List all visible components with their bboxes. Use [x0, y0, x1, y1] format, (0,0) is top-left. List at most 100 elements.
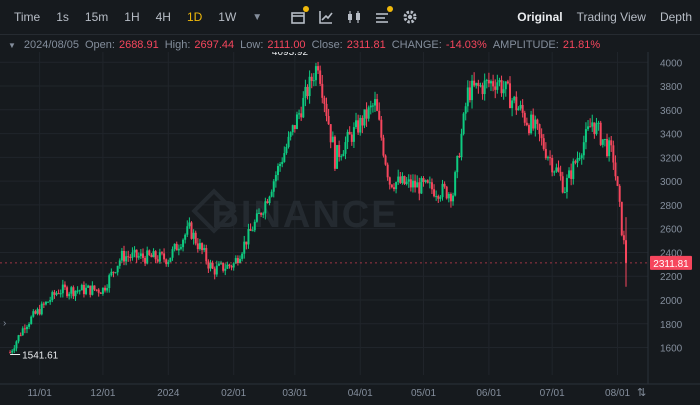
- candle-body: [127, 256, 130, 258]
- candle-body: [160, 252, 163, 254]
- open-value: 2688.91: [118, 39, 159, 51]
- candle-body: [298, 113, 301, 115]
- chart-settings-list-icon[interactable]: [373, 6, 394, 26]
- candle-body: [215, 265, 218, 275]
- candle-body: [485, 80, 488, 82]
- candle-body: [270, 191, 273, 197]
- view-trading-view[interactable]: Trading View: [577, 10, 646, 24]
- y-tick-label: 1600: [660, 344, 683, 355]
- candle-body: [156, 259, 159, 262]
- candle-body: [363, 109, 366, 126]
- candle-body: [544, 148, 547, 159]
- candle-body: [312, 80, 315, 82]
- candle-body: [616, 176, 619, 186]
- candle-body: [314, 66, 317, 81]
- candle-body: [530, 114, 533, 134]
- chart-line-tool-icon[interactable]: [317, 8, 335, 26]
- candle-body: [175, 243, 178, 251]
- candle-body: [538, 124, 541, 135]
- candle-body: [260, 212, 263, 215]
- candle-body: [340, 156, 343, 158]
- candle-body: [534, 119, 537, 129]
- candle-body: [618, 185, 621, 202]
- candle-body: [205, 248, 208, 262]
- candle-body: [454, 172, 457, 196]
- candle-body: [85, 287, 88, 295]
- candle-body: [266, 201, 269, 204]
- y-tick-label: 2600: [660, 225, 683, 236]
- indicator-calendar-icon[interactable]: [289, 6, 310, 26]
- view-depth[interactable]: Depth: [660, 10, 692, 24]
- candle-body: [625, 240, 627, 263]
- candle-body: [492, 81, 495, 87]
- candle-body: [13, 348, 16, 351]
- candle-body: [559, 171, 562, 177]
- candle-body: [295, 114, 298, 129]
- timeframe-dropdown-icon[interactable]: ▼: [244, 12, 270, 23]
- timeframe-1h[interactable]: 1H: [116, 10, 147, 24]
- candle-body: [329, 124, 332, 143]
- notification-dot: [303, 6, 310, 12]
- candle-body: [125, 256, 128, 262]
- timeframe-1s[interactable]: 1s: [48, 10, 77, 24]
- candle-body: [78, 290, 81, 292]
- candle-body: [523, 112, 526, 123]
- candle-body: [89, 285, 92, 295]
- candle-body: [70, 287, 73, 294]
- candle-body: [91, 285, 94, 295]
- candle-body: [504, 81, 507, 90]
- timeframe-4h[interactable]: 4H: [148, 10, 179, 24]
- timeframe-1w[interactable]: 1W: [210, 10, 244, 24]
- y-tick-label: 2200: [660, 272, 683, 283]
- timeframe-1d[interactable]: 1D: [179, 10, 210, 24]
- candle-body: [55, 293, 58, 295]
- candle-body: [133, 249, 136, 253]
- candle-body: [496, 82, 499, 90]
- candle-body: [411, 180, 414, 188]
- candle-body: [416, 182, 419, 188]
- candle-body: [34, 311, 37, 314]
- candle-body: [116, 265, 119, 273]
- change-value: -14.03%: [445, 39, 487, 51]
- candle-body: [247, 229, 250, 245]
- candle-body: [452, 195, 455, 202]
- x-tick-label: 02/01: [221, 388, 246, 399]
- candle-body: [21, 328, 24, 336]
- candle-body: [563, 191, 566, 193]
- candle-body: [19, 335, 22, 337]
- collapse-caret-icon[interactable]: ▼: [8, 41, 16, 50]
- candle-body: [139, 253, 142, 257]
- candle-body: [409, 179, 412, 188]
- candle-body: [310, 76, 313, 81]
- candle-body: [487, 80, 490, 84]
- timeframe-15m[interactable]: 15m: [77, 10, 116, 24]
- candle-body: [243, 241, 246, 254]
- candle-body: [327, 115, 330, 125]
- low-marker-label: 1541.61: [22, 350, 59, 361]
- view-original[interactable]: Original: [517, 10, 562, 24]
- x-tick-label: 05/01: [411, 388, 436, 399]
- candle-body: [595, 123, 598, 135]
- candle-body: [473, 80, 476, 86]
- candle-body: [574, 161, 577, 163]
- candle-style-icon[interactable]: [345, 8, 363, 26]
- candle-body: [582, 142, 585, 156]
- candle-body: [399, 176, 402, 183]
- y-tick-label: 3400: [660, 130, 683, 141]
- candle-body: [525, 122, 528, 126]
- candlestick-chart[interactable]: 1600180020002200240026002800300032003400…: [0, 52, 700, 405]
- candle-body: [25, 326, 28, 330]
- candle-body: [570, 170, 573, 179]
- candle-body: [494, 86, 497, 90]
- candle-body: [61, 284, 64, 294]
- candle-body: [47, 301, 50, 303]
- binance-watermark: BINANCE: [211, 194, 398, 236]
- candle-body: [38, 309, 41, 315]
- candle-body: [23, 328, 26, 330]
- gear-icon[interactable]: [401, 8, 419, 26]
- candle-body: [584, 129, 587, 143]
- candle-body: [418, 182, 421, 194]
- timeframe-time[interactable]: Time: [6, 10, 48, 24]
- candle-body: [430, 182, 433, 190]
- candle-body: [321, 83, 324, 98]
